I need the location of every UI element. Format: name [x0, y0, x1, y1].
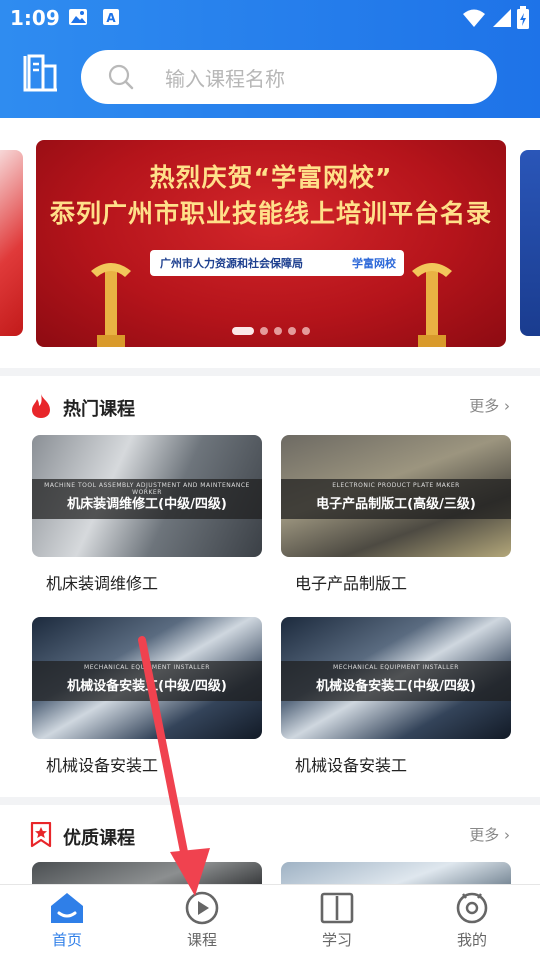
thumbnail-caption: MECHANICAL EQUIPMENT INSTALLER 机械设备安装工(中…	[281, 661, 511, 701]
quality-courses-title: 优质课程	[63, 828, 135, 849]
hot-courses-header: 热门课程 更多 ›	[0, 387, 540, 427]
status-bar: 1:09 A	[0, 0, 540, 36]
category-books-icon[interactable]	[22, 52, 60, 92]
course-thumbnail[interactable]: MECHANICAL EQUIPMENT INSTALLER 机械设备安装工(中…	[281, 617, 511, 739]
hot-courses-title: 热门课程	[63, 399, 135, 420]
svg-text:A: A	[106, 11, 116, 25]
thumbnail-caption: MACHINE TOOL ASSEMBLY ADJUSTMENT AND MAI…	[32, 479, 262, 519]
home-icon	[51, 893, 83, 923]
app-header: 1:09 A 输入课程名称	[0, 0, 540, 118]
carousel-dot[interactable]	[232, 327, 254, 335]
course-card[interactable]: MACHINE TOOL ASSEMBLY ADJUSTMENT AND MAI…	[32, 435, 262, 593]
book-icon	[320, 892, 354, 924]
banner-slide[interactable]: 热烈庆贺“学富网校” 忝列广州市职业技能线上培训平台名录 广州市人力资源和社会保…	[36, 140, 506, 347]
course-thumbnail[interactable]: ELECTRONIC PRODUCT PLATE MAKER 电子产品制版工(高…	[281, 435, 511, 557]
thumbnail-caption: MECHANICAL EQUIPMENT INSTALLER 机械设备安装工(中…	[32, 661, 262, 701]
profile-icon	[456, 892, 488, 924]
course-name[interactable]: 机械设备安装工	[295, 752, 407, 776]
next-banner-peek[interactable]	[520, 150, 540, 336]
tab-label: 学习	[321, 931, 352, 949]
course-name[interactable]: 机床装调维修工	[46, 570, 158, 594]
tab-label: 课程	[186, 931, 217, 949]
previous-banner-peek[interactable]	[0, 150, 23, 336]
quality-courses-more-link[interactable]: 更多 ›	[469, 824, 510, 845]
carousel-dot[interactable]	[274, 327, 282, 335]
play-circle-icon	[185, 891, 219, 925]
course-name[interactable]: 机械设备安装工	[46, 752, 158, 776]
tab-courses[interactable]: 课程	[152, 891, 252, 957]
tab-mine[interactable]: 我的	[422, 891, 522, 957]
banner-subheadline: 忝列广州市职业技能线上培训平台名录	[49, 199, 492, 228]
tab-label: 首页	[51, 931, 82, 949]
course-name[interactable]: 电子产品制版工	[295, 570, 407, 594]
thumbnail-title: 电子产品制版工(高级/三级)	[316, 497, 476, 512]
cell-signal-icon	[493, 9, 511, 27]
course-thumbnail[interactable]: MECHANICAL EQUIPMENT INSTALLER 机械设备安装工(中…	[32, 617, 262, 739]
tab-home[interactable]: 首页	[17, 891, 117, 957]
course-card[interactable]: ELECTRONIC PRODUCT PLATE MAKER 电子产品制版工(高…	[281, 435, 511, 593]
status-time: 1:09	[10, 6, 60, 30]
quality-courses-header: 优质课程 更多 ›	[0, 816, 540, 856]
search-icon	[108, 64, 134, 90]
tab-study[interactable]: 学习	[287, 891, 387, 957]
course-thumbnail[interactable]	[32, 862, 262, 884]
chevron-right-icon: ›	[504, 397, 510, 415]
course-thumbnail[interactable]: MACHINE TOOL ASSEMBLY ADJUSTMENT AND MAI…	[32, 435, 262, 557]
app-notification-icon: A	[103, 9, 119, 25]
banner-org-name: 广州市人力资源和社会保障局	[160, 257, 303, 270]
tab-label: 我的	[456, 931, 487, 949]
banner-org-plate: 广州市人力资源和社会保障局 学富网校	[150, 250, 404, 276]
banner-carousel[interactable]: 热烈庆贺“学富网校” 忝列广州市职业技能线上培训平台名录 广州市人力资源和社会保…	[0, 118, 540, 368]
banner-brand-name: 学富网校	[352, 257, 396, 270]
carousel-dot[interactable]	[288, 327, 296, 335]
gallery-notification-icon	[69, 9, 87, 25]
hot-courses-more-link[interactable]: 更多 ›	[469, 395, 510, 416]
carousel-indicator	[36, 320, 506, 339]
more-label: 更多	[469, 826, 500, 844]
carousel-dot[interactable]	[302, 327, 310, 335]
carousel-dot[interactable]	[260, 327, 268, 335]
fire-icon	[32, 394, 50, 418]
thumbnail-title: 机床装调维修工(中级/四级)	[67, 497, 227, 512]
wifi-icon	[463, 9, 485, 27]
search-bar[interactable]: 输入课程名称	[81, 50, 497, 104]
battery-icon	[517, 6, 529, 29]
section-divider	[0, 368, 540, 376]
thumbnail-title: 机械设备安装工(中级/四级)	[67, 679, 227, 694]
search-input[interactable]: 输入课程名称	[165, 63, 285, 92]
section-divider	[0, 797, 540, 805]
course-card[interactable]: MECHANICAL EQUIPMENT INSTALLER 机械设备安装工(中…	[32, 617, 262, 775]
more-label: 更多	[469, 397, 500, 415]
banner-headline: 热烈庆贺“学富网校”	[149, 163, 393, 192]
thumbnail-english-title: ELECTRONIC PRODUCT PLATE MAKER	[332, 482, 460, 489]
thumbnail-title: 机械设备安装工(中级/四级)	[316, 679, 476, 694]
thumbnail-caption: ELECTRONIC PRODUCT PLATE MAKER 电子产品制版工(高…	[281, 479, 511, 519]
course-thumbnail[interactable]	[281, 862, 511, 884]
ribbon-star-icon	[30, 822, 52, 848]
bottom-tab-bar: 首页 课程 学习 我的	[0, 884, 540, 961]
thumbnail-english-title: MECHANICAL EQUIPMENT INSTALLER	[84, 664, 210, 671]
chevron-right-icon: ›	[504, 826, 510, 844]
course-card[interactable]: MECHANICAL EQUIPMENT INSTALLER 机械设备安装工(中…	[281, 617, 511, 775]
thumbnail-english-title: MECHANICAL EQUIPMENT INSTALLER	[333, 664, 459, 671]
